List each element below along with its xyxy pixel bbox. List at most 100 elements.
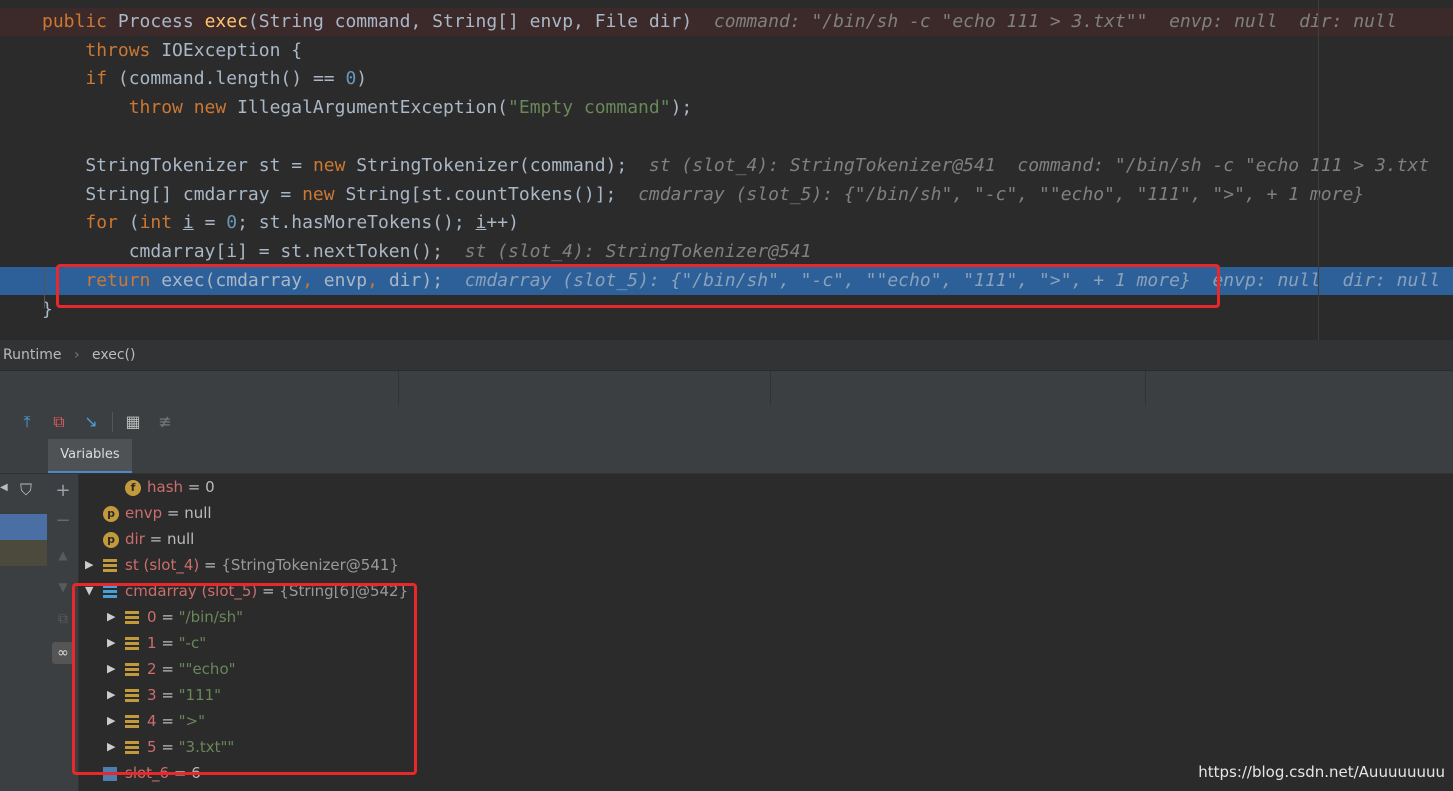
code-token: new [312, 155, 357, 176]
field-icon: f [125, 479, 141, 496]
variables-tree: f hash = 0 p envp = null p dir = null ▶ st (slo… [72, 474, 1453, 791]
variable-equals: = [162, 504, 185, 522]
code-token: public [42, 11, 118, 32]
add-watch-icon[interactable]: + [52, 480, 74, 502]
inline-debug-value: command: "/bin/sh -c "echo 111 > 3.txt""… [692, 11, 1397, 32]
variable-content: p envp = null [103, 500, 212, 526]
code-token: for [85, 212, 129, 233]
highlight-box-cmdarray [72, 583, 417, 775]
duplicate-watch-icon[interactable]: ⧉ [52, 608, 74, 630]
code-line[interactable]: if (command.length() == 0) [0, 65, 1453, 93]
run-to-cursor-icon[interactable]: ↘ [80, 411, 102, 433]
breadcrumb-method[interactable]: exec() [92, 340, 135, 370]
right-margin-guide [1318, 0, 1319, 340]
code-token: ) [356, 68, 368, 89]
variable-content: st (slot_4) = {StringTokenizer@541} [103, 552, 399, 578]
variable-content: p dir = null [103, 526, 194, 552]
code-line[interactable]: String[] cmdarray = new String[st.countT… [0, 181, 1453, 209]
code-token: StringTokenizer(command); [356, 155, 628, 176]
frame-selected[interactable] [0, 514, 47, 540]
tab-divider [1145, 371, 1146, 405]
breadcrumb: Runtime › exec() [0, 340, 1453, 370]
code-token: throws [85, 40, 162, 61]
debug-toolbar: ⤒ ⧉ ↘ ▦ ≢ [0, 405, 1453, 439]
inline-debug-value: cmdarray (slot_5): {"/bin/sh", "-c", ""e… [616, 184, 1365, 205]
indent-guide [44, 268, 45, 308]
drop-frame-icon[interactable]: ⧉ [48, 411, 70, 433]
variable-value: null [166, 530, 195, 548]
code-token: ; st.hasMoreTokens(); [237, 212, 476, 233]
code-token: Process [117, 11, 205, 32]
expand-arrow-icon[interactable]: ▶ [85, 552, 93, 578]
variable-row[interactable]: ▶ st (slot_4) = {StringTokenizer@541} [79, 552, 1453, 578]
toolbar-divider [112, 412, 113, 432]
inline-debug-value: st (slot_4): StringTokenizer@541 [442, 241, 812, 262]
code-token: cmdarray[i] = st.nextToken(); [42, 241, 443, 262]
code-token: ++) [486, 212, 519, 233]
code-token: exec [204, 11, 248, 32]
highlight-box-return-line [56, 264, 1220, 308]
collapse-arrow-icon[interactable]: ◀ [0, 482, 8, 493]
code-token: new [302, 184, 346, 205]
variable-name: dir [125, 530, 145, 548]
code-line[interactable]: for (int i = 0; st.hasMoreTokens(); i++) [0, 209, 1453, 237]
code-token: "Empty command" [508, 97, 671, 118]
variable-row[interactable]: p envp = null [79, 500, 1453, 526]
watermark: https://blog.csdn.net/Auuuuuuuu [1198, 763, 1445, 781]
code-token: if [85, 68, 118, 89]
remove-watch-icon[interactable]: − [52, 510, 74, 532]
variable-value: {StringTokenizer@541} [221, 556, 399, 574]
code-token: IOException { [161, 40, 303, 61]
code-line[interactable]: cmdarray[i] = st.nextToken(); st (slot_4… [0, 238, 1453, 266]
variable-equals: = [183, 478, 206, 496]
variable-equals: = [199, 556, 222, 574]
variable-name: hash [147, 478, 184, 496]
code-line[interactable]: throws IOException { [0, 37, 1453, 65]
variable-value: null [184, 504, 212, 522]
code-token: 0 [226, 212, 238, 233]
variable-row[interactable]: f hash = 0 [79, 474, 1453, 500]
code-token: ); [670, 97, 693, 118]
inline-debug-value: st (slot_4): StringTokenizer@541 command… [627, 155, 1430, 176]
variable-row[interactable]: p dir = null [79, 526, 1453, 552]
filter-icon[interactable]: ⛉ [20, 480, 32, 500]
variable-value: 0 [205, 478, 215, 496]
tab-variables[interactable]: Variables [48, 439, 132, 473]
code-token: (command.length() == [117, 68, 346, 89]
variable-name: st (slot_4) [125, 556, 200, 574]
code-token: IllegalArgumentException( [237, 97, 509, 118]
move-up-icon[interactable]: ▲ [52, 544, 74, 566]
frames-panel: ◀ ⛉ [0, 474, 48, 791]
code-line[interactable]: StringTokenizer st = new StringTokenizer… [0, 152, 1453, 180]
code-token: = [193, 212, 227, 233]
breadcrumb-class[interactable]: Runtime [3, 340, 61, 370]
code-line[interactable]: throw new IllegalArgumentException("Empt… [0, 94, 1453, 122]
debug-session-tabbar [0, 370, 1453, 406]
move-down-icon[interactable]: ▼ [52, 576, 74, 598]
code-token: i [182, 212, 194, 233]
parameter-icon: p [103, 531, 119, 548]
code-line[interactable] [0, 123, 1453, 151]
code-token: String[] cmdarray = [42, 184, 303, 205]
code-editor[interactable]: public Process exec(String command, Stri… [0, 0, 1453, 340]
step-out-icon[interactable]: ⤒ [16, 411, 38, 433]
breadcrumb-separator: › [73, 347, 80, 363]
frame-item[interactable] [0, 540, 47, 566]
code-token: (String command, String[] envp, File dir… [247, 11, 693, 32]
show-watches-glasses-icon[interactable]: ∞ [52, 642, 74, 664]
tab-divider [770, 371, 771, 405]
parameter-icon: p [103, 505, 119, 522]
trace-stream-icon[interactable]: ≢ [154, 411, 176, 433]
code-token: i [475, 212, 487, 233]
code-token: String[st.countTokens()]; [345, 184, 617, 205]
code-token: 0 [345, 68, 357, 89]
variable-name: envp [125, 504, 163, 522]
code-token: int [139, 212, 183, 233]
object-icon [103, 558, 117, 573]
evaluate-expression-icon[interactable]: ▦ [122, 411, 144, 433]
code-line[interactable]: public Process exec(String command, Stri… [0, 8, 1453, 36]
